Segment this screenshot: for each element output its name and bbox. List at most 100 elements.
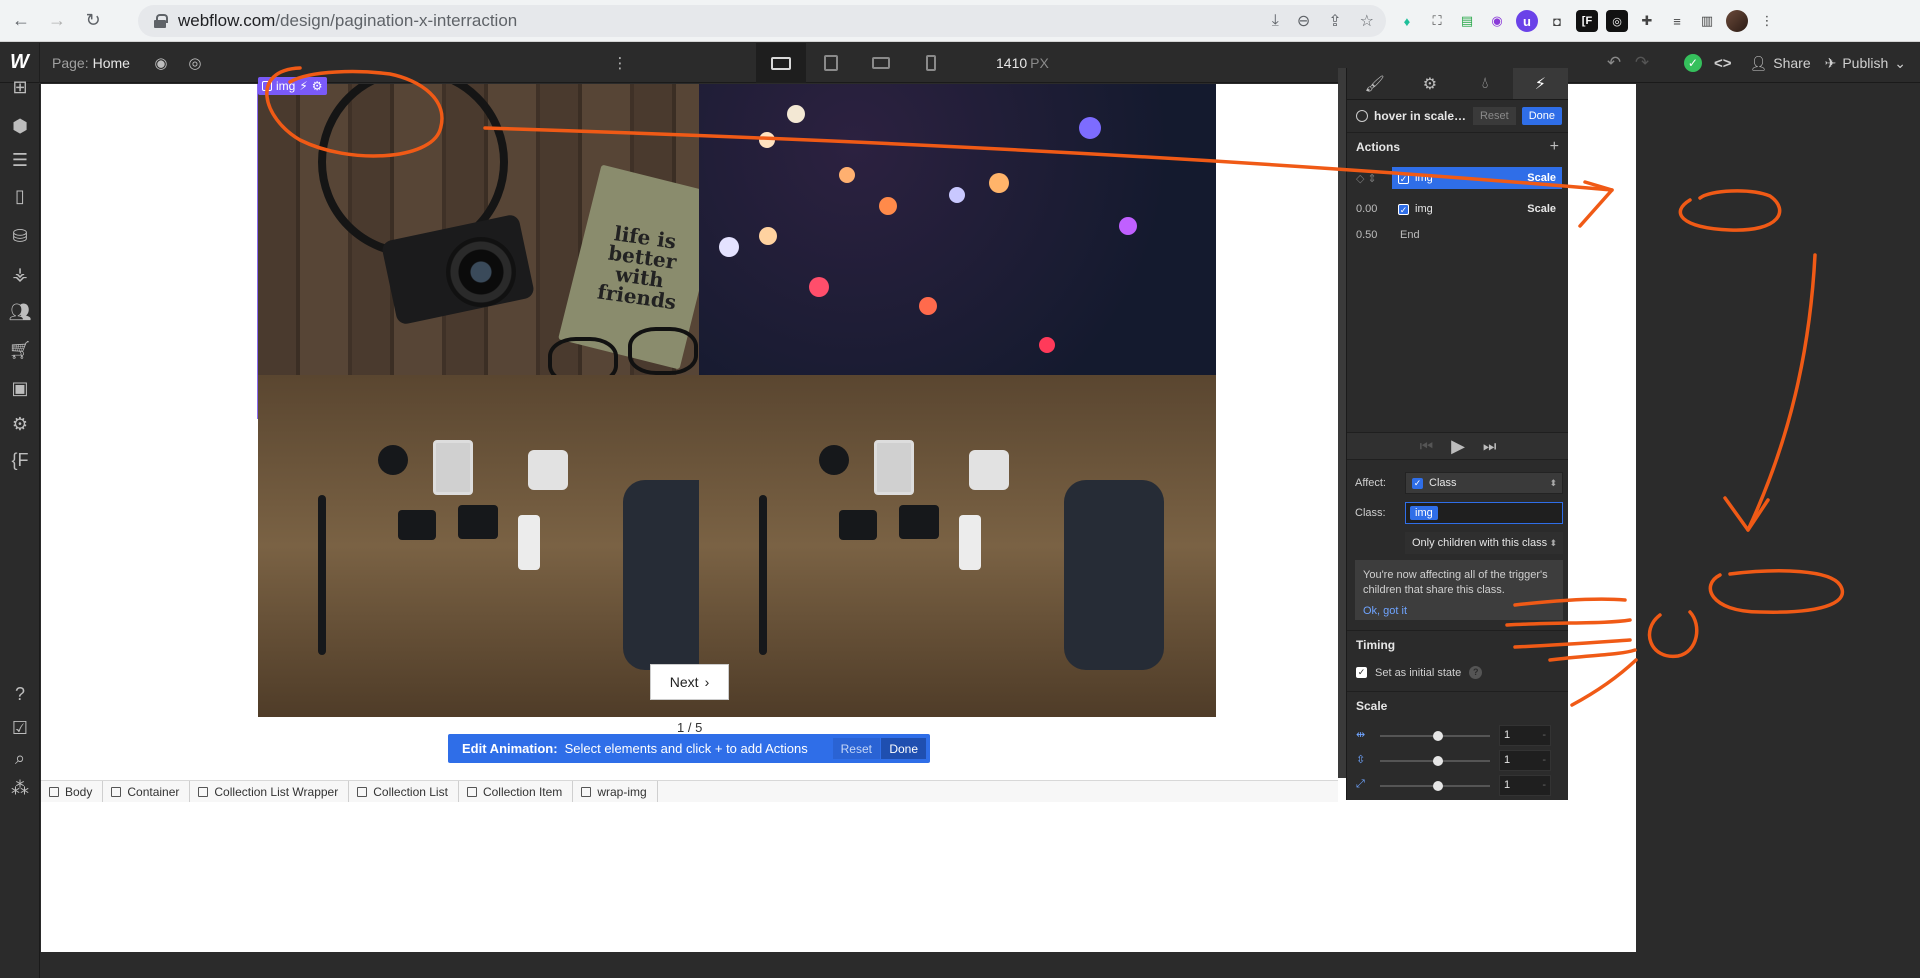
action-row[interactable]: 0.00 ✓ img Scale bbox=[1347, 198, 1568, 220]
apps-icon[interactable]: ⁂ bbox=[8, 776, 32, 800]
scale-z-input[interactable]: 1- bbox=[1499, 775, 1551, 796]
download-icon[interactable]: ⤓ bbox=[1272, 12, 1279, 30]
camera-icon[interactable]: ◘ bbox=[1546, 10, 1568, 32]
style-brush-icon[interactable]: 🖌︎ bbox=[1347, 68, 1402, 99]
symbols-cube-icon[interactable]: ⬢ bbox=[8, 114, 32, 138]
address-bar[interactable]: webflow.com/design/pagination-x-interrac… bbox=[138, 5, 1386, 37]
extension-inbox-icon[interactable]: ▤ bbox=[1456, 10, 1478, 32]
ecommerce-cart-icon[interactable]: 🛒︎ bbox=[8, 338, 32, 362]
forward-icon[interactable]: → bbox=[42, 6, 72, 36]
reading-list-icon[interactable]: ≡ bbox=[1666, 10, 1688, 32]
element-settings-icon[interactable]: ⚙ bbox=[312, 79, 323, 93]
class-pill[interactable]: img bbox=[1410, 506, 1438, 520]
redo-icon[interactable]: ↷ bbox=[1628, 53, 1656, 73]
affect-select[interactable]: ✓ Class ⬍ bbox=[1405, 472, 1563, 494]
settings-gear-icon[interactable]: ⚙ bbox=[8, 412, 32, 436]
selected-element-tag[interactable]: img ⚡︎ ⚙ bbox=[258, 77, 327, 95]
skip-forward-icon[interactable]: ⏭ bbox=[1483, 438, 1497, 455]
breadcrumb-wrap-img[interactable]: wrap-img bbox=[573, 781, 658, 802]
settings-gear-tab-icon[interactable]: ⚙ bbox=[1402, 68, 1457, 99]
slider-knob[interactable] bbox=[1433, 731, 1443, 741]
cms-database-icon[interactable]: ⛁ bbox=[8, 224, 32, 248]
skip-back-icon[interactable]: ⏮ bbox=[1420, 438, 1434, 455]
breadcrumb-collection-list-wrapper[interactable]: Collection List Wrapper bbox=[190, 781, 350, 802]
back-icon[interactable]: ← bbox=[6, 6, 36, 36]
bookmark-star-icon[interactable]: ☆ bbox=[1360, 11, 1374, 31]
collection-image-camera[interactable]: life is better with friends bbox=[257, 84, 776, 419]
scale-z-slider[interactable] bbox=[1380, 781, 1490, 791]
style-manager-drops-icon[interactable]: 💧︎ bbox=[1458, 68, 1513, 99]
scale-y-slider[interactable] bbox=[1380, 756, 1490, 766]
action-chip[interactable]: ✓ img Scale bbox=[1392, 198, 1562, 220]
comments-icon[interactable]: ◉ bbox=[148, 50, 174, 76]
extensions-puzzle-icon[interactable]: ✚ bbox=[1636, 10, 1658, 32]
finsweet-icon[interactable]: {F bbox=[8, 448, 32, 472]
annotation-arrowhead-down bbox=[1723, 496, 1770, 532]
assets-icon[interactable]: ▣ bbox=[8, 376, 32, 400]
panel-done-button[interactable]: Done bbox=[1521, 107, 1562, 125]
pages-icon[interactable]: ▯ bbox=[8, 184, 32, 208]
edit-animation-reset-button[interactable]: Reset bbox=[832, 738, 880, 759]
more-options-icon[interactable]: ⋮ bbox=[607, 50, 633, 76]
breakpoint-tablet[interactable] bbox=[806, 43, 856, 83]
tasks-check-icon[interactable]: ☑ bbox=[8, 716, 32, 740]
slider-knob[interactable] bbox=[1433, 781, 1443, 791]
bokeh-light bbox=[839, 167, 855, 183]
panel-reset-button[interactable]: Reset bbox=[1472, 107, 1516, 125]
breakpoint-mobile-portrait[interactable] bbox=[906, 43, 956, 83]
scale-y-input[interactable]: 1- bbox=[1499, 750, 1551, 771]
collection-image-bokeh[interactable] bbox=[699, 84, 1216, 419]
browser-menu-icon[interactable]: ⋮ bbox=[1756, 10, 1778, 32]
next-page-button[interactable]: Next › bbox=[650, 664, 729, 700]
zoom-icon[interactable]: ⊖ bbox=[1297, 11, 1310, 31]
class-input[interactable]: img bbox=[1405, 502, 1563, 524]
extension-radio-icon[interactable]: ◉ bbox=[1486, 10, 1508, 32]
logic-icon[interactable]: ⚶ bbox=[8, 262, 32, 286]
publish-button[interactable]: ✈︎ Publish ⌄ bbox=[1825, 55, 1906, 72]
breadcrumb-collection-item[interactable]: Collection Item bbox=[459, 781, 574, 802]
add-action-icon[interactable]: + bbox=[1550, 138, 1559, 156]
extension-f-icon[interactable]: [F bbox=[1576, 10, 1598, 32]
users-icon[interactable]: 👥︎ bbox=[8, 300, 32, 324]
slider-knob[interactable] bbox=[1433, 756, 1443, 766]
scale-y-icon: ⇳ bbox=[1356, 754, 1366, 766]
initial-state-checkbox[interactable]: ✓ bbox=[1356, 667, 1367, 678]
navigator-icon[interactable]: ☰ bbox=[8, 148, 32, 172]
scale-x-slider[interactable] bbox=[1380, 731, 1490, 741]
breakpoint-desktop-star[interactable] bbox=[756, 43, 806, 83]
scale-x-input[interactable]: 1- bbox=[1499, 725, 1551, 746]
breakpoint-mobile-landscape[interactable] bbox=[856, 43, 906, 83]
screenshot-icon[interactable]: ⛶ bbox=[1426, 10, 1448, 32]
scope-select[interactable]: Only children with this class ⬍ bbox=[1405, 532, 1563, 554]
animation-title[interactable]: hover in scale im... bbox=[1374, 109, 1467, 123]
action-row[interactable]: ◇ ⇕ ✓ img Scale bbox=[1347, 167, 1568, 189]
preview-eye-icon[interactable]: ◎ bbox=[182, 50, 208, 76]
help-icon[interactable]: ? bbox=[1469, 666, 1483, 679]
undo-icon[interactable]: ↶ bbox=[1600, 53, 1628, 73]
help-icon[interactable]: ? bbox=[8, 682, 32, 706]
page-selector[interactable]: Page: Home bbox=[52, 55, 130, 71]
profile-avatar[interactable] bbox=[1726, 10, 1748, 32]
play-icon[interactable]: ▶ bbox=[1451, 436, 1465, 457]
action-chip-selected[interactable]: ✓ img Scale bbox=[1392, 167, 1562, 189]
breadcrumb-collection-list[interactable]: Collection List bbox=[349, 781, 459, 802]
sidebar-icon[interactable]: ▥ bbox=[1696, 10, 1718, 32]
search-icon[interactable]: ⌕ bbox=[8, 746, 32, 770]
extension-u-icon[interactable]: u bbox=[1516, 10, 1538, 32]
breadcrumb-container[interactable]: Container bbox=[103, 781, 191, 802]
breadcrumb-body[interactable]: Body bbox=[41, 781, 104, 802]
interaction-bolt-icon[interactable]: ⚡︎ bbox=[299, 79, 307, 93]
ok-got-it-link[interactable]: Ok, got it bbox=[1363, 604, 1555, 619]
reload-icon[interactable]: ↻ bbox=[78, 6, 108, 36]
extension-bird-icon[interactable]: ♦ bbox=[1396, 10, 1418, 32]
canvas-scrollbar[interactable] bbox=[1338, 68, 1346, 778]
share-page-icon[interactable]: ⇪ bbox=[1328, 11, 1341, 31]
edit-animation-done-button[interactable]: Done bbox=[881, 738, 926, 759]
interactions-bolt-icon[interactable]: ⚡︎ bbox=[1512, 68, 1568, 99]
share-button[interactable]: 👤︎ Share bbox=[1749, 55, 1810, 72]
extension-circle-icon[interactable]: ◎ bbox=[1606, 10, 1628, 32]
drag-handle-icon[interactable]: ◇ ⇕ bbox=[1347, 172, 1385, 185]
collection-image-gear-2[interactable] bbox=[699, 375, 1216, 717]
code-export-icon[interactable]: <> bbox=[1714, 55, 1732, 72]
add-element-icon[interactable]: ⊞ bbox=[8, 75, 32, 99]
